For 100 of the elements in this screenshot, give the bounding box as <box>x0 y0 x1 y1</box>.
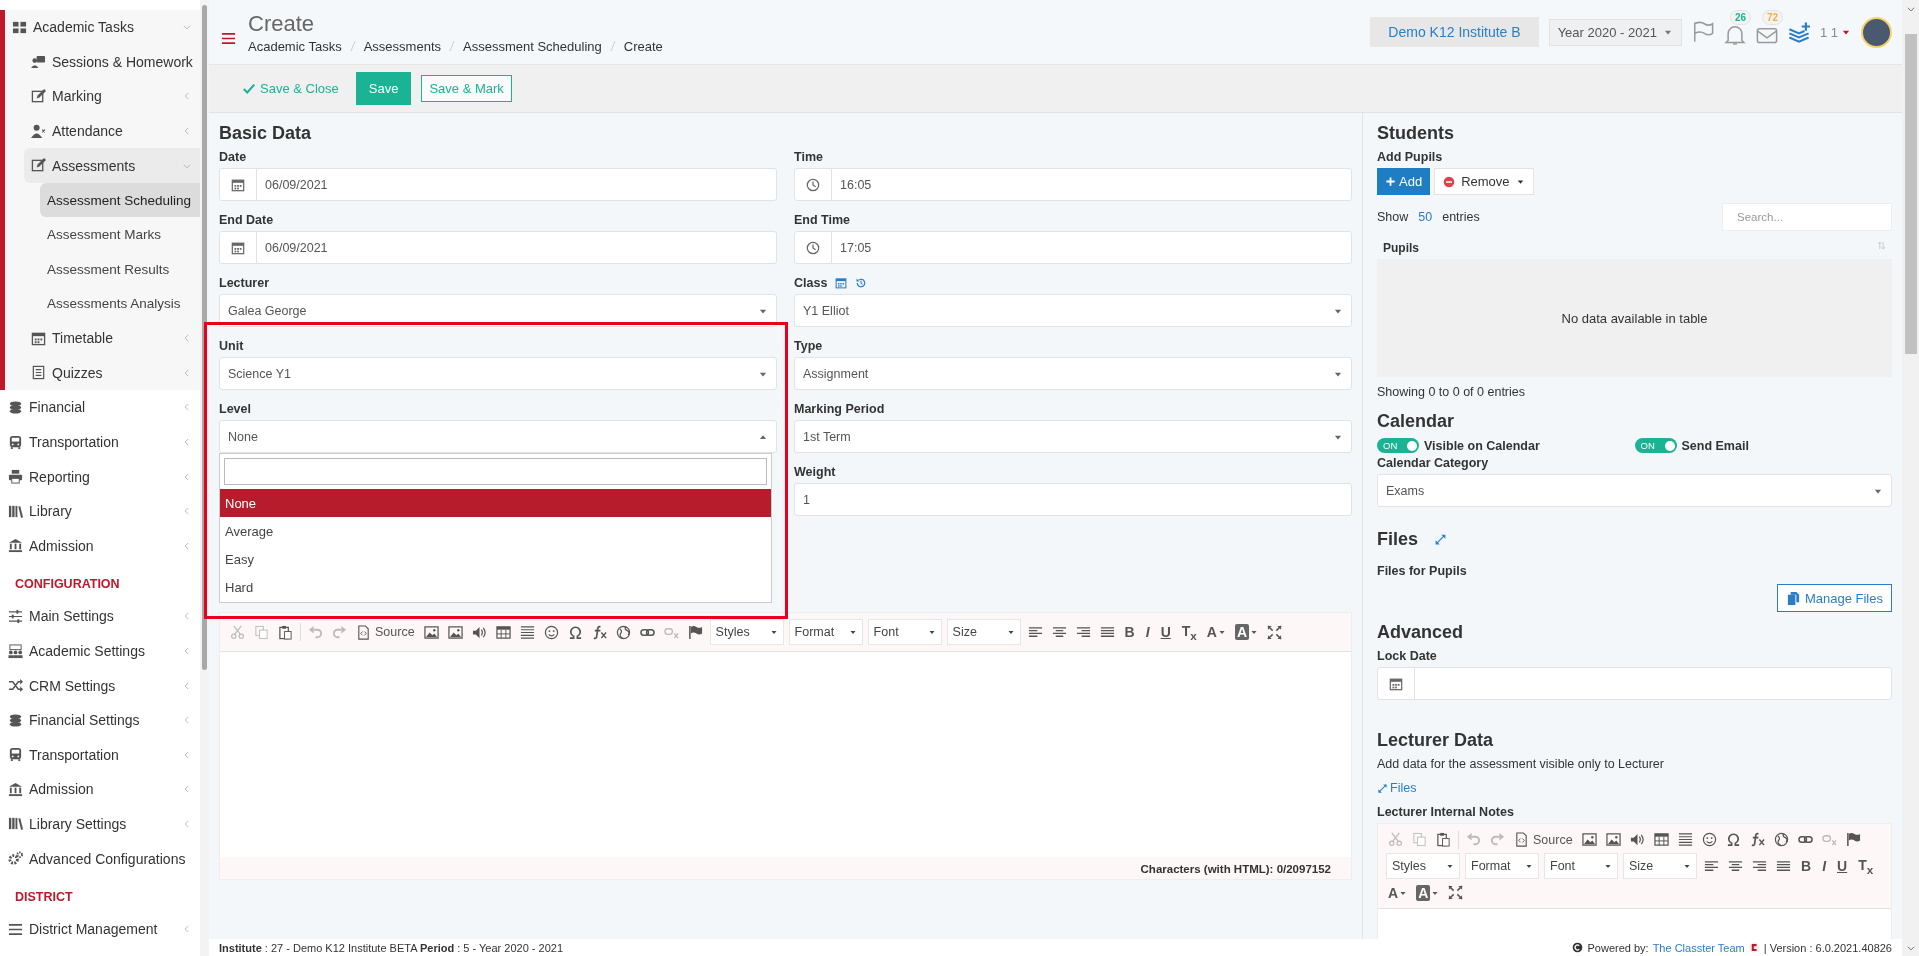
search-field[interactable]: Search... <box>1722 203 1892 231</box>
caret-icon <box>1525 862 1533 870</box>
calendar-icon <box>231 177 245 192</box>
source-button[interactable]: Source <box>354 622 417 642</box>
history-icon[interactable] <box>855 277 868 289</box>
format-button[interactable]: U <box>1157 624 1174 640</box>
scrollbar-thumb[interactable] <box>202 5 207 670</box>
sidebar-item[interactable]: Advanced Configurations <box>0 841 200 876</box>
sidebar-item[interactable]: Main Settings <box>0 599 200 634</box>
bell-icon[interactable] <box>1723 24 1746 46</box>
field-label: Type <box>794 339 823 353</box>
field-label: Date <box>219 150 247 164</box>
color-button[interactable]: A <box>1204 624 1228 640</box>
format-button[interactable]: U <box>1834 858 1851 874</box>
image-icon[interactable] <box>1603 830 1623 849</box>
format-button[interactable]: I <box>1819 858 1829 874</box>
select-field[interactable]: Science Y1 <box>219 357 777 390</box>
minus-circle-icon <box>1443 175 1456 188</box>
dropdown-search-field[interactable] <box>224 458 767 485</box>
sidebar-item[interactable]: Academic Tasks <box>5 10 200 45</box>
select-field[interactable]: 1st Term <box>794 420 1352 453</box>
date-field[interactable]: 06/09/2021 <box>219 231 777 264</box>
sidebar-item[interactable]: Admission <box>0 528 200 564</box>
sidebar-item[interactable]: Sessions & Homework <box>24 44 200 80</box>
select-field[interactable]: Y1 Elliot <box>794 294 1352 327</box>
time-field[interactable]: 17:05 <box>794 231 1352 264</box>
page-size-select[interactable]: 50 <box>1418 210 1433 224</box>
sidebar-item[interactable]: Assessments Analysis <box>40 286 200 321</box>
sidebar-item[interactable]: CRM Settings <box>0 668 200 703</box>
format-button[interactable]: I <box>1142 624 1153 640</box>
sidebar-item[interactable]: Reporting <box>0 459 200 494</box>
time-field[interactable]: 16:05 <box>794 168 1352 201</box>
editor-combo[interactable]: Format <box>788 619 863 645</box>
breadcrumb[interactable]: Assessment Scheduling <box>463 38 602 54</box>
field-label: Class <box>794 276 828 290</box>
format-button[interactable]: B <box>1121 624 1138 640</box>
sidebar-item[interactable]: Financial Settings <box>0 702 200 738</box>
editor-combo[interactable]: Font <box>867 619 942 645</box>
sidebar-item[interactable]: Library Settings <box>0 806 200 842</box>
maximize-icon[interactable] <box>1265 622 1285 642</box>
breadcrumb[interactable]: Academic Tasks <box>248 38 342 54</box>
sidebar-item[interactable]: Marking <box>24 79 200 114</box>
sidebar-item[interactable]: Financial <box>0 390 200 425</box>
sidebar-item[interactable]: Timetable <box>24 320 200 356</box>
sidebar-item[interactable]: Attendance <box>24 113 200 149</box>
breadcrumb[interactable]: Assessments <box>363 38 441 54</box>
editor-combo[interactable]: Styles <box>709 619 784 645</box>
editor-combo[interactable]: Font <box>1544 853 1618 879</box>
dropdown-option[interactable]: Hard <box>220 573 771 601</box>
format-button[interactable]: T$_{x}$ <box>1855 856 1877 876</box>
add-button[interactable]: Add <box>1377 168 1431 195</box>
date-field[interactable]: 06/09/2021 <box>219 168 777 201</box>
dropdown-option[interactable]: Average <box>220 517 771 545</box>
calendar-icon[interactable] <box>835 277 848 289</box>
input-field[interactable]: 1 <box>794 483 1352 516</box>
sidebar-item[interactable]: Assessment Marks <box>40 217 200 252</box>
year-dropdown[interactable]: Year 2020 - 2021 <box>1548 18 1682 46</box>
editor-combo[interactable]: Size <box>946 619 1021 645</box>
sidebar-item[interactable]: Transportation <box>0 737 200 773</box>
sidebar-item[interactable]: District Management <box>0 911 200 947</box>
arrow-down-icon[interactable] <box>1905 943 1916 953</box>
format-button[interactable]: T$_{x}$ <box>1178 622 1200 642</box>
field-label: Files for Pupils <box>1377 564 1468 578</box>
sidebar-item[interactable]: Assessments <box>24 148 200 183</box>
remove-button[interactable]: Remove <box>1434 168 1534 195</box>
dropdown-option[interactable]: Easy <box>220 545 771 573</box>
editor-combo[interactable]: Size <box>1623 853 1697 879</box>
manage-files-button[interactable]: Manage Files <box>1776 584 1892 612</box>
editor-combo[interactable]: Styles <box>1386 853 1460 879</box>
printer-icon <box>8 469 23 485</box>
format-button[interactable]: B <box>1798 858 1815 874</box>
select-field[interactable]: Assignment <box>794 357 1352 390</box>
sidebar-item[interactable]: Quizzes <box>24 355 200 391</box>
menu-icon[interactable] <box>221 30 236 46</box>
avatar[interactable] <box>1861 16 1892 48</box>
source-button[interactable]: Source <box>1512 830 1575 849</box>
date-field[interactable] <box>1377 667 1892 700</box>
chevron-icon <box>182 333 192 344</box>
expand-icon[interactable] <box>1434 533 1448 546</box>
maximize-icon[interactable] <box>1446 883 1466 902</box>
sidebar-item[interactable]: Library <box>0 493 200 529</box>
scrollbar-thumb[interactable] <box>1904 34 1917 354</box>
institute-button[interactable]: Demo K12 Institute B <box>1370 17 1539 47</box>
table-icon[interactable] <box>1651 830 1671 849</box>
image-icon[interactable] <box>1579 830 1599 849</box>
select-field[interactable]: None <box>219 420 777 453</box>
sidebar-item[interactable]: Transportation <box>0 424 200 460</box>
editor-combo[interactable]: Format <box>1465 853 1539 879</box>
column-header[interactable]: Pupils <box>1377 235 1892 259</box>
layers-plus-icon[interactable] <box>1787 21 1810 43</box>
files-link[interactable]: Files <box>1377 781 1892 795</box>
paste-icon[interactable] <box>1434 830 1453 849</box>
sidebar-item[interactable]: Academic Settings <box>0 633 200 669</box>
select-field[interactable]: Exams <box>1377 474 1892 507</box>
sidebar-item[interactable]: Assessment Scheduling <box>40 182 200 218</box>
team-link[interactable]: The Classter Team <box>1652 941 1745 954</box>
dropdown-option[interactable]: None <box>220 489 771 517</box>
sidebar-item[interactable]: Admission <box>0 772 200 807</box>
color-button[interactable]: A <box>1386 884 1410 901</box>
sidebar-item[interactable]: Assessment Results <box>40 251 200 287</box>
